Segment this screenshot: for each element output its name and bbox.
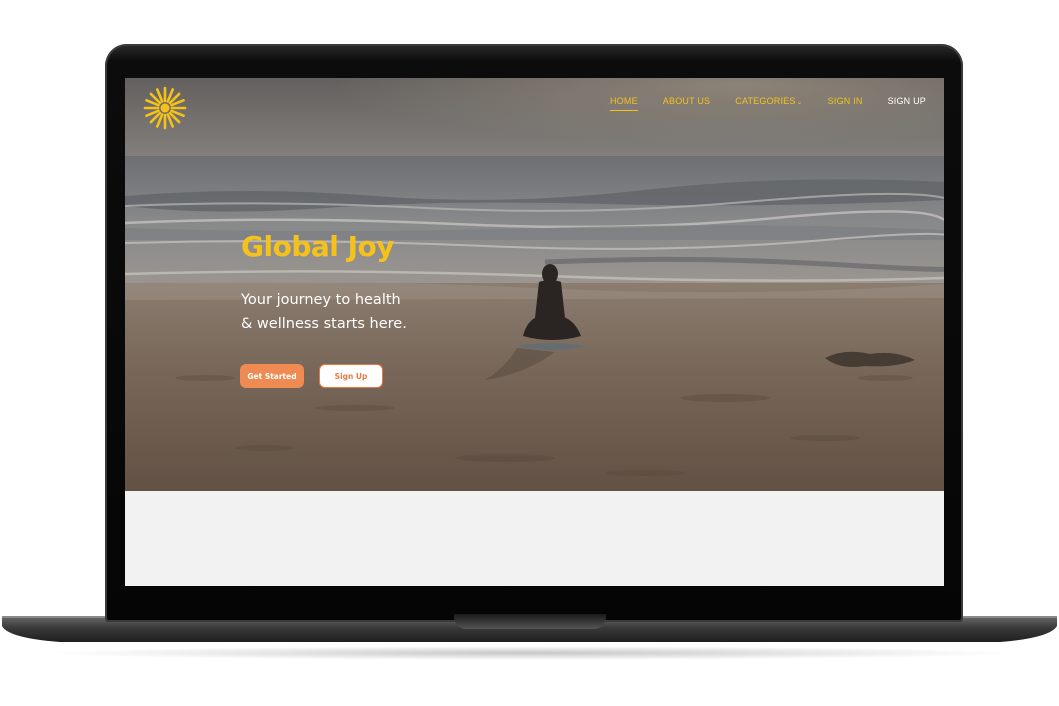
nav-sign-in[interactable]: SIGN IN bbox=[828, 96, 863, 110]
laptop-mockup: HOME ABOUT US CATEGORIES⌄ SIGN IN SIGN U… bbox=[0, 0, 1059, 706]
nav-home[interactable]: HOME bbox=[609, 96, 638, 111]
website-screen: HOME ABOUT US CATEGORIES⌄ SIGN IN SIGN U… bbox=[125, 78, 944, 586]
nav-categories-label: CATEGORIES bbox=[735, 96, 796, 106]
laptop-notch bbox=[454, 614, 606, 629]
hero-title: Global Joy bbox=[241, 230, 395, 263]
laptop-shadow bbox=[40, 646, 1020, 660]
hero-subtitle: Your journey to health & wellness starts… bbox=[241, 288, 461, 336]
chevron-down-icon: ⌄ bbox=[796, 99, 803, 106]
beach-background-image bbox=[125, 78, 944, 491]
hero-subtitle-line-2: & wellness starts here. bbox=[241, 316, 407, 332]
sign-up-button[interactable]: Sign Up bbox=[319, 364, 383, 388]
nav-sign-up[interactable]: SIGN UP bbox=[888, 96, 926, 110]
get-started-button[interactable]: Get Started bbox=[240, 364, 304, 388]
hero-subtitle-line-1: Your journey to health bbox=[241, 292, 401, 308]
hero-section: HOME ABOUT US CATEGORIES⌄ SIGN IN SIGN U… bbox=[125, 78, 944, 491]
nav-about-us[interactable]: ABOUT US bbox=[663, 96, 710, 110]
main-nav: HOME ABOUT US CATEGORIES⌄ SIGN IN SIGN U… bbox=[585, 96, 926, 111]
sun-logo-icon[interactable] bbox=[143, 86, 187, 130]
nav-categories[interactable]: CATEGORIES⌄ bbox=[735, 96, 802, 110]
